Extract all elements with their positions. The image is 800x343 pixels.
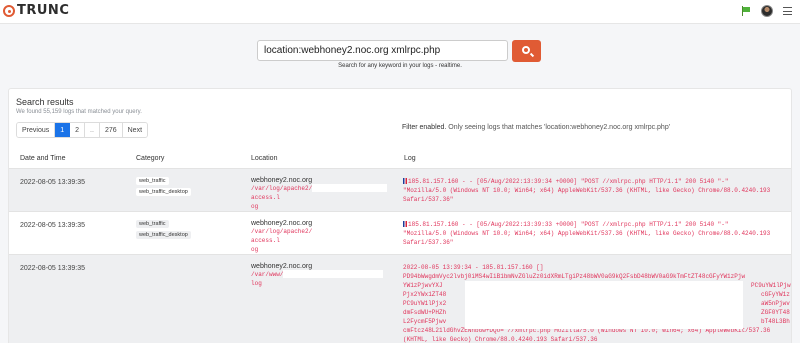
- log-line: 185.81.157.160 - - [05/Aug/2022:13:39:33…: [403, 220, 791, 229]
- log-fragment: cGFyYW1z: [761, 290, 790, 298]
- log-fragment: ZGF0YT48: [761, 308, 790, 316]
- filter-note: Filter enabled. Only seeing logs that ma…: [402, 124, 670, 131]
- cell-location: webhoney2.noc.org /var/log/apache2/acces…: [240, 168, 393, 211]
- cell-log: 185.81.157.160 - - [05/Aug/2022:13:39:33…: [393, 211, 791, 254]
- search-hint: Search for any keyword in your logs - re…: [338, 63, 462, 69]
- logo-mark: [3, 5, 15, 17]
- cell-category: [125, 254, 240, 343]
- results-panel: Search results We found 55,159 logs that…: [8, 88, 792, 343]
- country-flag-icon: [403, 177, 407, 184]
- log-fragment: bT48L3Bh: [761, 317, 790, 325]
- cell-category: web_traffic web_traffic_desktop: [125, 211, 240, 254]
- log-line: 185.81.157.160 - - [05/Aug/2022:13:39:34…: [403, 177, 791, 186]
- search-bar: [257, 40, 541, 62]
- pagination: Previous 1 2 .. 276 Next: [16, 122, 149, 138]
- menu-icon[interactable]: [783, 7, 792, 15]
- log-line: "Mozilla/5.0 (Windows NT 10.0; Win64; x6…: [403, 186, 771, 194]
- brand-logo[interactable]: TRUNC: [3, 4, 69, 18]
- location-host[interactable]: webhoney2.noc.org: [251, 220, 393, 227]
- pagination-next[interactable]: Next: [122, 123, 148, 137]
- filter-text: Only seeing logs that matches 'location:…: [446, 124, 671, 131]
- location-host[interactable]: webhoney2.noc.org: [251, 263, 393, 270]
- log-fragment: aW5nPjwv: [761, 299, 790, 307]
- redacted-block: [465, 280, 743, 329]
- cell-date: 2022-08-05 13:39:35: [9, 168, 125, 211]
- cell-date: 2022-08-05 13:39:35: [20, 221, 85, 229]
- table-row[interactable]: 2022-08-05 13:39:35 web_traffic web_traf…: [9, 211, 791, 254]
- table-row[interactable]: 2022-08-05 13:39:35 web_traffic web_traf…: [9, 168, 791, 211]
- category-tag[interactable]: web_traffic_desktop: [136, 230, 191, 239]
- search-button[interactable]: [512, 40, 541, 62]
- table-row[interactable]: 2022-08-05 13:39:35 webhoney2.noc.org /v…: [9, 254, 791, 343]
- column-header-category[interactable]: Category: [125, 149, 240, 169]
- cell-category: web_traffic web_traffic_desktop: [125, 168, 240, 211]
- log-line: Safari/537.36": [403, 195, 454, 203]
- cell-date: 2022-08-05 13:39:35: [9, 254, 125, 343]
- results-title: Search results: [16, 97, 74, 107]
- pagination-previous[interactable]: Previous: [17, 123, 56, 137]
- log-fragment: PC9uYW1lPjw: [751, 281, 791, 289]
- log-line: PD94bWwgdmVyc2lvbj0iMS4wIiB1bmNvZGluZz0i…: [403, 272, 746, 280]
- cell-log: 185.81.157.160 - - [05/Aug/2022:13:39:34…: [393, 168, 791, 211]
- search-icon: [522, 46, 530, 54]
- top-nav: TRUNC: [0, 0, 800, 24]
- pagination-page-last[interactable]: 276: [99, 123, 123, 137]
- pagination-ellipsis: ..: [85, 123, 100, 137]
- log-line: (KHTML, like Gecko) Chrome/88.0.4240.193…: [403, 335, 598, 343]
- filter-label: Filter enabled.: [402, 124, 447, 131]
- cell-log: 2022-08-05 13:39:34 - 185.81.157.160 [] …: [393, 254, 791, 343]
- pagination-page-2[interactable]: 2: [70, 123, 86, 137]
- results-table: Date and Time Category Location Log 2022…: [9, 149, 791, 343]
- nav-actions: [741, 5, 792, 17]
- log-fragments: PC9uYW1lPjw cGFyYW1z aW5nPjwv ZGF0YT48 b…: [751, 281, 791, 326]
- avatar[interactable]: [761, 5, 773, 17]
- category-tag[interactable]: web_traffic: [136, 176, 169, 185]
- search-input[interactable]: [257, 40, 508, 61]
- cell-location: webhoney2.noc.org /var/log/apache2/acces…: [240, 211, 393, 254]
- cell-location: webhoney2.noc.org /var/www/log: [240, 254, 393, 343]
- category-tag[interactable]: web_traffic_desktop: [136, 187, 191, 196]
- category-tag[interactable]: web_traffic: [136, 219, 169, 228]
- log-line: "Mozilla/5.0 (Windows NT 10.0; Win64; x6…: [403, 229, 771, 237]
- brand-name: TRUNC: [17, 3, 70, 18]
- pagination-page-1[interactable]: 1: [55, 123, 71, 137]
- location-path: /var/log/apache2/access.l og: [251, 183, 393, 211]
- location-path: /var/www/log: [251, 269, 393, 288]
- log-line: Safari/537.36": [403, 238, 454, 246]
- column-header-log[interactable]: Log: [393, 149, 791, 169]
- column-header-location[interactable]: Location: [240, 149, 393, 169]
- column-header-date[interactable]: Date and Time: [9, 149, 125, 169]
- flag-icon[interactable]: [741, 6, 751, 16]
- location-path: /var/log/apache2/access.l og: [251, 226, 393, 254]
- log-line: 2022-08-05 13:39:34 - 185.81.157.160 []: [403, 263, 544, 271]
- location-host[interactable]: webhoney2.noc.org: [251, 177, 393, 184]
- results-count: We found 55,159 logs that matched your q…: [16, 109, 142, 115]
- country-flag-icon: [403, 220, 407, 227]
